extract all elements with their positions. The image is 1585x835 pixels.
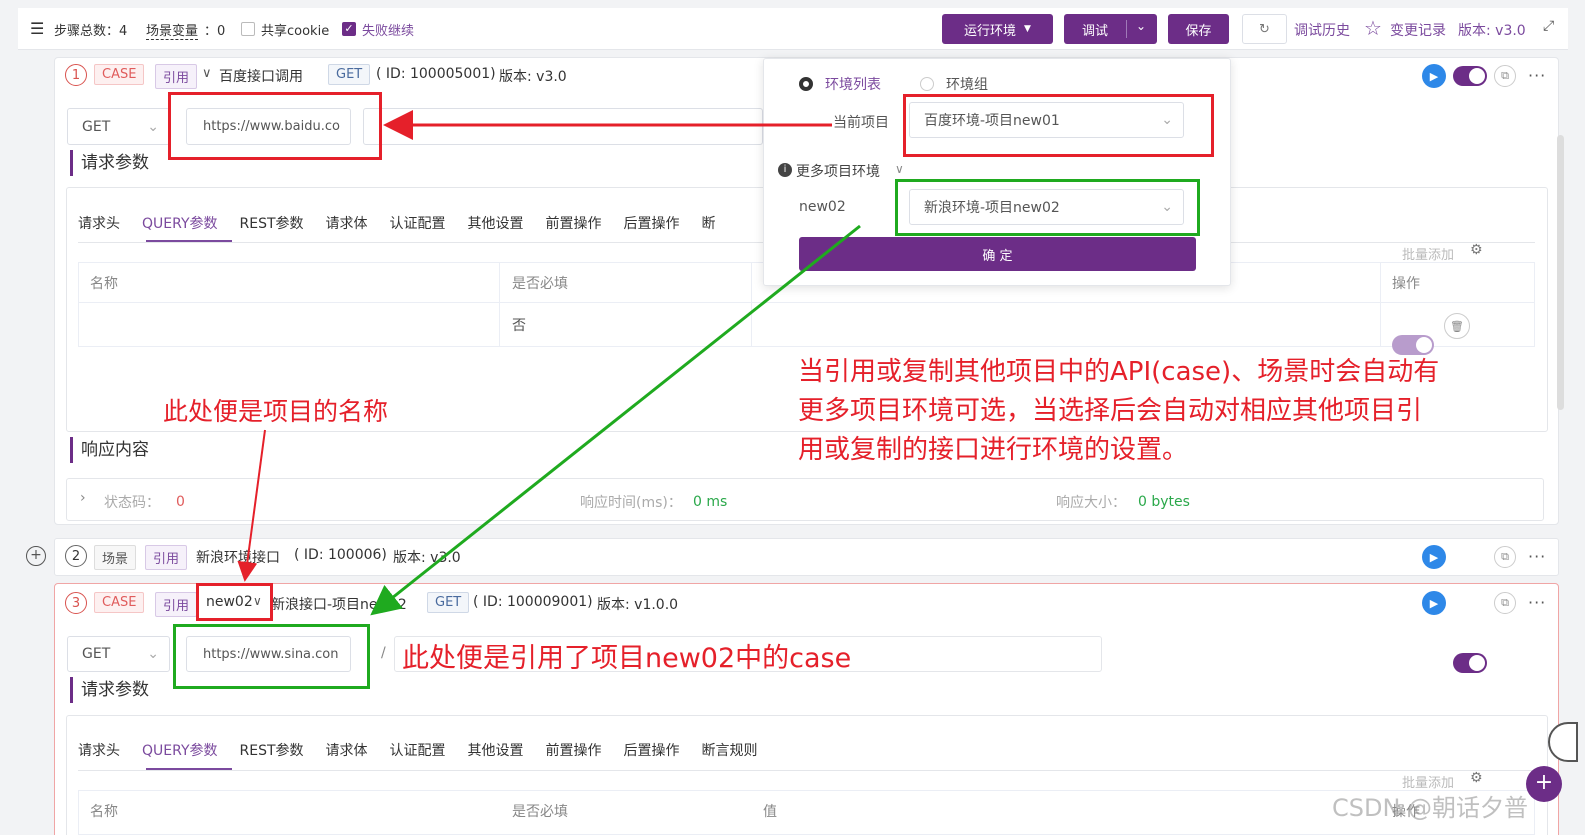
annotation-referenced-case-note: 此处便是引用了项目new02中的case	[402, 643, 852, 674]
annotation-line-1: 当引用或复制其他项目中的API(case)、场景时会自动有	[798, 357, 1440, 387]
arrow-to-project-select	[237, 429, 266, 582]
annotation-line-3: 用或复制的接口进行环境的设置。	[798, 435, 1189, 465]
arrow-to-sina-url	[370, 224, 861, 616]
annotation-project-name-note: 此处便是项目的名称	[163, 397, 389, 426]
annotation-more-env-note: 当引用或复制其他项目中的API(case)、场景时会自动有 更多项目环境可选，当…	[798, 353, 1439, 470]
watermark: CSDN @朝话夕普	[1332, 794, 1529, 822]
annotation-line-2: 更多项目环境可选，当选择后会自动对相应其他项目引	[798, 396, 1423, 426]
